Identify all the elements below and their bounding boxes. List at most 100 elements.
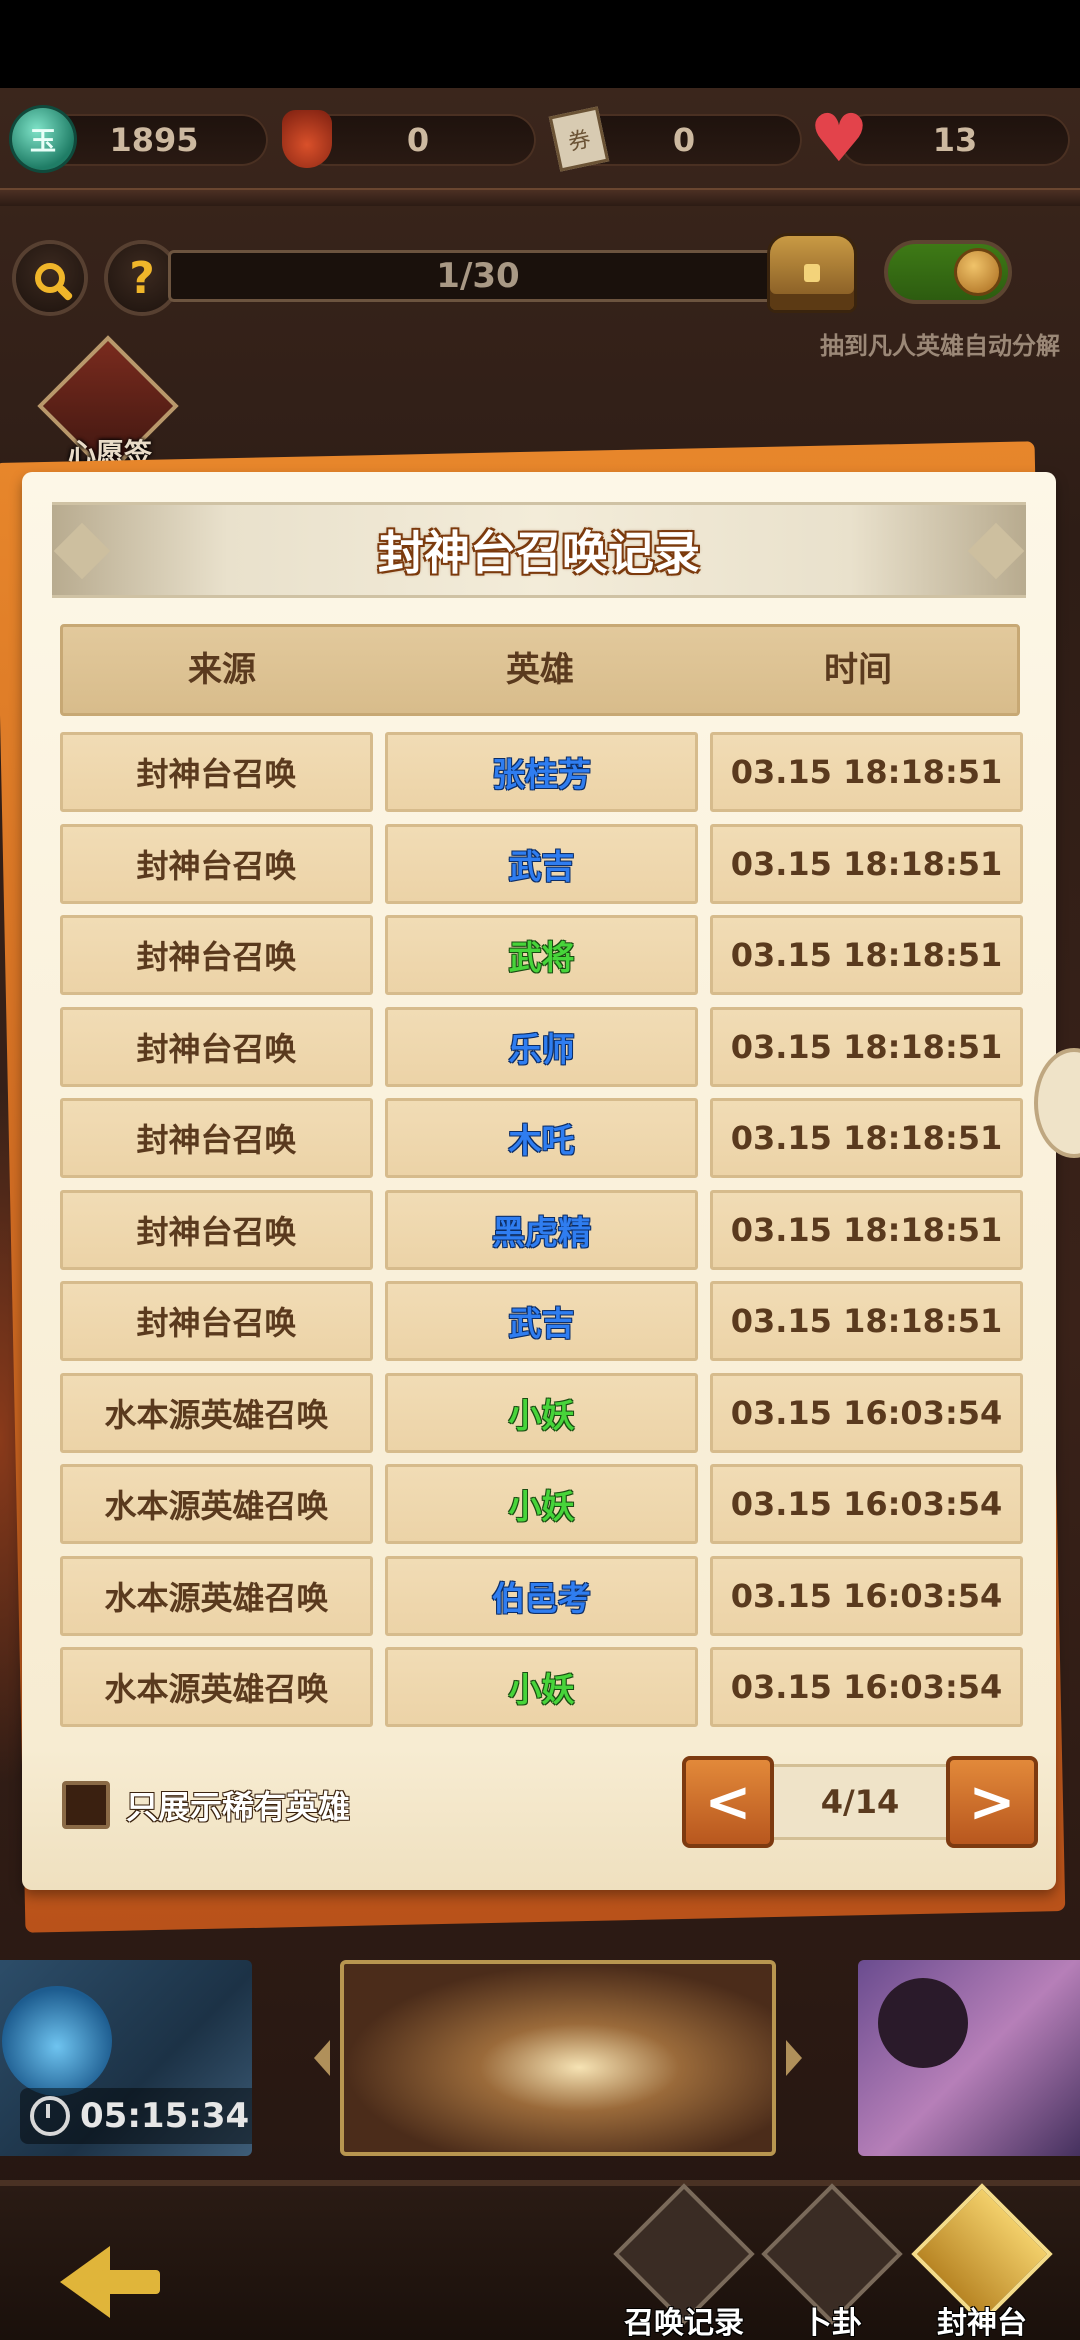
page-indicator-text: 4/14 [820,1783,900,1821]
rare-filter-checkbox[interactable] [62,1781,110,1829]
cell-source: 水本源英雄召唤 [60,1647,373,1727]
heart-icon: ♥ [809,100,869,177]
tab-summon-record-label: 召唤记录 [624,2306,744,2340]
cell-time: 03.15 16:03:54 [710,1555,1023,1636]
chevron-left-icon: < [704,1769,752,1835]
table-row: 封神台召唤 木吒 03.15 18:18:51 [60,1098,1024,1178]
cell-source: 水本源英雄召唤 [60,1555,373,1636]
cell-time-text: 03.15 18:18:51 [730,1027,1003,1066]
cell-hero: 小妖 [385,1647,698,1727]
toggle-knob [954,248,1002,296]
cell-source: 封神台召唤 [60,1006,373,1087]
cell-time: 03.15 18:18:51 [710,1281,1023,1361]
tab-divination[interactable]: 卜卦 [761,2183,903,2340]
resource-bar: 1895 玉 0 0 券 13 ♥ [0,100,1080,184]
rare-filter[interactable]: 只展示稀有英雄 [62,1780,350,1830]
cell-source-text: 封神台召唤 [136,1212,297,1251]
column-header-time: 时间 [824,650,892,690]
carousel-left-arrow-icon[interactable] [314,2040,330,2076]
ticket-value: 0 [672,121,696,159]
progress-text: 1/30 [436,256,520,296]
carousel-right-arrow-icon[interactable] [786,2040,802,2076]
chevron-right-icon: > [968,1769,1016,1835]
cell-time: 03.15 18:18:51 [710,823,1023,904]
cell-time: 03.15 18:18:51 [710,1098,1023,1178]
table-row: 封神台召唤 武将 03.15 18:18:51 [60,915,1024,995]
coin-counter: 1895 [40,114,268,166]
tab-divination-label: 卜卦 [802,2306,862,2340]
table-row: 封神台召唤 乐师 03.15 18:18:51 [60,1006,1024,1087]
prev-page-button[interactable]: < [682,1756,774,1848]
coin-value: 1895 [109,121,199,159]
cell-time-text: 03.15 18:18:51 [730,1302,1003,1340]
cell-source: 水本源英雄召唤 [60,1372,373,1453]
auto-decompose-toggle[interactable] [884,240,1012,304]
cell-source: 封神台召唤 [60,732,373,812]
tab-summon-record[interactable]: 召唤记录 [613,2183,755,2340]
cell-time: 03.15 16:03:54 [710,1464,1023,1544]
cell-source-text: 封神台召唤 [136,755,297,793]
table-row: 封神台召唤 武吉 03.15 18:18:51 [60,823,1024,904]
cell-hero-text: 张桂芳 [492,755,591,794]
cell-time-text: 03.15 16:03:54 [730,1668,1003,1706]
table-row: 封神台召唤 张桂芳 03.15 18:18:51 [60,732,1024,812]
cell-hero: 小妖 [385,1372,698,1453]
table-row: 水本源英雄召唤 伯邑考 03.15 16:03:54 [60,1555,1024,1636]
ticket-symbol: 券 [548,106,610,172]
cell-source-text: 封神台召唤 [136,938,297,976]
table-row: 水本源英雄召唤 小妖 03.15 16:03:54 [60,1464,1024,1544]
cell-hero: 武将 [385,915,698,995]
cell-time: 03.15 18:18:51 [710,1189,1023,1270]
cell-source: 封神台召唤 [60,1098,373,1178]
cell-time: 03.15 18:18:51 [710,915,1023,995]
dialog-title: 封神台召唤记录 [378,526,700,580]
cell-time-text: 03.15 16:03:54 [730,1576,1003,1615]
next-page-button[interactable]: > [946,1756,1038,1848]
cell-time-text: 03.15 16:03:54 [730,1485,1003,1523]
page-indicator: 4/14 [752,1764,968,1840]
cell-hero: 木吒 [385,1098,698,1178]
treasure-chest-icon[interactable] [770,236,854,310]
table-row: 水本源英雄召唤 小妖 03.15 16:03:54 [60,1647,1024,1727]
cell-source-text: 水本源英雄召唤 [104,1487,329,1525]
cell-time-text: 03.15 16:03:54 [730,1393,1003,1432]
cell-time-text: 03.15 18:18:51 [730,936,1003,974]
search-button[interactable] [16,244,84,312]
tab-fengshen-label: 封神台 [937,2306,1027,2340]
back-arrow-icon[interactable] [60,2246,160,2318]
cell-hero-text: 武吉 [508,1304,575,1343]
cell-time: 03.15 18:18:51 [710,1006,1023,1087]
header-divider [0,188,1080,206]
cell-time-text: 03.15 18:18:51 [730,1210,1003,1249]
coin-icon: 玉 [12,108,74,170]
help-icon: ? [129,252,155,304]
auto-decompose-label: 抽到凡人英雄自动分解 [820,332,1060,360]
table-row: 封神台召唤 黑虎精 03.15 18:18:51 [60,1189,1024,1270]
cell-hero-text: 武吉 [508,846,575,886]
red-bag-icon [276,108,338,170]
hero-pool-card[interactable] [858,1960,1080,2156]
cell-hero-text: 木吒 [508,1121,575,1160]
pagination: 4/14 < > [682,1756,1038,1848]
cell-hero-text: 伯邑考 [492,1578,591,1618]
cell-time-text: 03.15 18:18:51 [730,844,1003,883]
column-header-source: 来源 [188,650,256,690]
status-bar-area [0,0,1080,88]
fengshen-pool-card[interactable] [340,1960,776,2156]
dialog-title-bar: 封神台召唤记录 [52,502,1026,598]
cell-hero: 武吉 [385,823,698,904]
help-button[interactable]: ? [108,244,176,312]
cell-source-text: 水本源英雄召唤 [104,1395,329,1434]
cell-source-text: 封神台召唤 [136,846,297,885]
cell-time: 03.15 16:03:54 [710,1372,1023,1453]
water-pool-card[interactable]: 05:15:34 [0,1960,252,2156]
red-bag-value: 0 [406,121,430,159]
cell-source-text: 水本源英雄召唤 [104,1670,329,1708]
coin-symbol: 玉 [29,126,56,157]
tab-fengshen[interactable]: 封神台 [911,2183,1053,2340]
cell-time: 03.15 16:03:54 [710,1647,1023,1727]
cell-hero: 小妖 [385,1464,698,1544]
record-list: 封神台召唤 张桂芳 03.15 18:18:51 封神台召唤 武吉 03.15 18:18… [60,732,1024,1739]
cell-source-text: 封神台召唤 [136,1029,297,1068]
cell-time-text: 03.15 18:18:51 [730,1119,1003,1157]
